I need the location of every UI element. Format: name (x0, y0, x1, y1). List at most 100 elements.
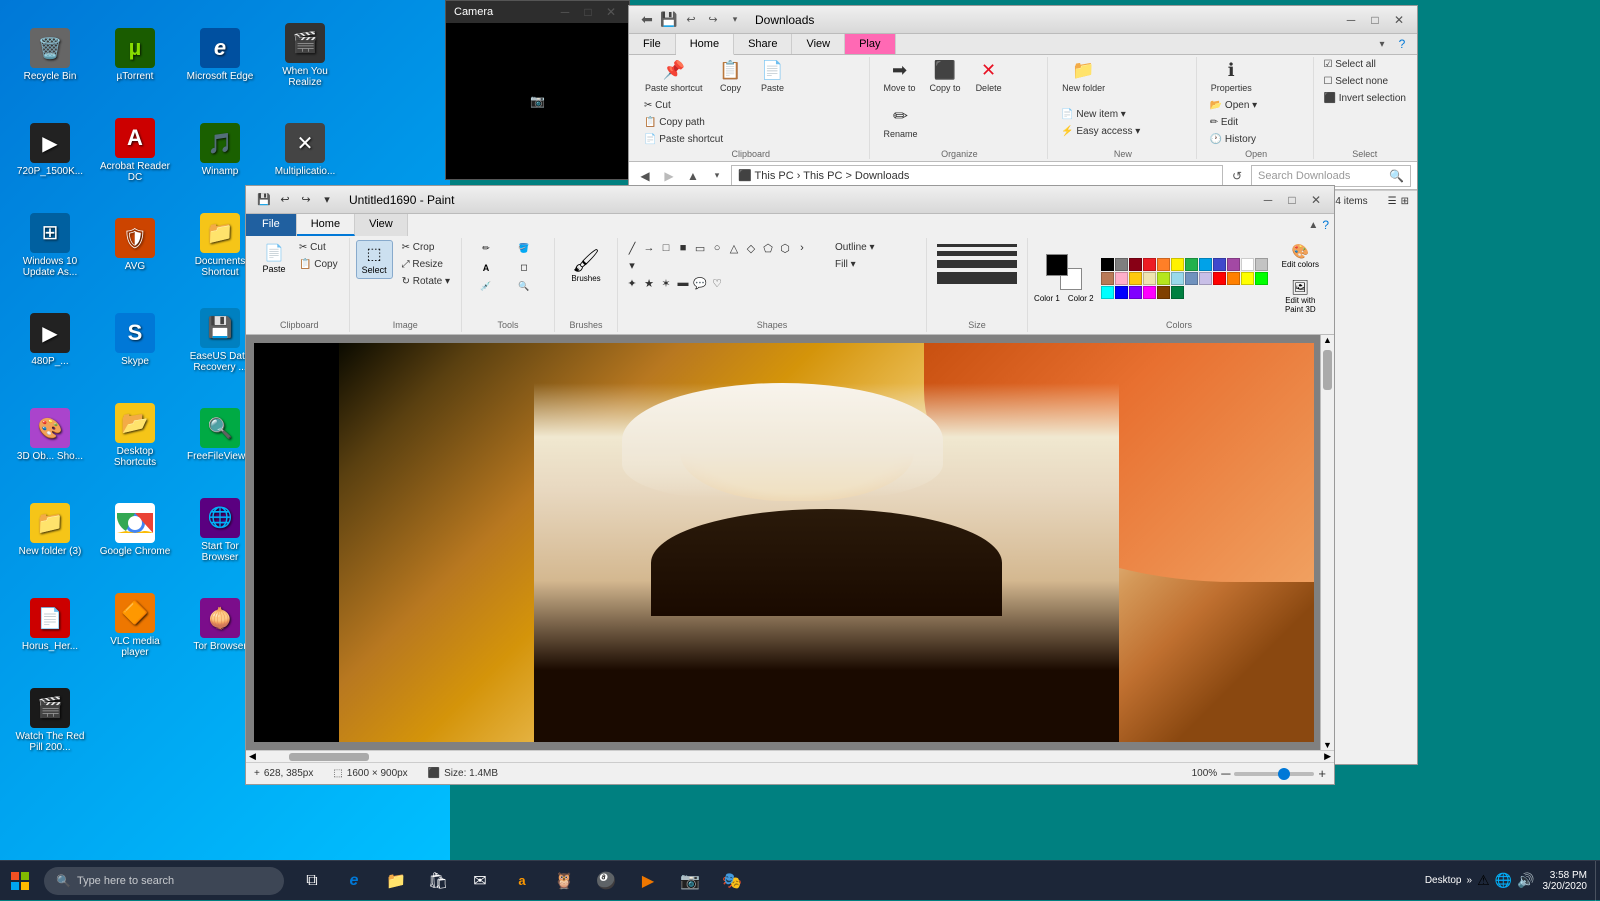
camera-maximize-button[interactable]: □ (578, 2, 598, 22)
desktop-icon-when-you-realize[interactable]: 🎬 When You Realize (265, 10, 345, 100)
color-swatch[interactable] (1157, 286, 1170, 299)
paint-crop-button[interactable]: ✂ Crop (397, 240, 455, 255)
desktop-icon-480p[interactable]: ▶ 480P_... (10, 295, 90, 385)
color-1-swatch[interactable] (1046, 254, 1068, 276)
desktop-icon-winamp[interactable]: 🎵 Winamp (180, 105, 260, 195)
desktop-icon-new-folder-3[interactable]: 📁 New folder (3) (10, 485, 90, 575)
color-swatch[interactable] (1171, 258, 1184, 271)
canvas-container[interactable] (254, 343, 1314, 742)
paint-tab-view[interactable]: View (355, 214, 408, 236)
paint-tab-home[interactable]: Home (297, 214, 355, 236)
desktop-icon-acrobat[interactable]: A Acrobat Reader DC (95, 105, 175, 195)
paint-redo-button[interactable]: ↪ (296, 190, 316, 210)
taskbar-edge[interactable]: e (334, 863, 374, 899)
nav-up-button[interactable]: ▲ (683, 166, 703, 186)
taskbar-chevron[interactable]: » (1467, 875, 1473, 886)
color-swatch[interactable] (1129, 286, 1142, 299)
ribbon-tab-file[interactable]: File (629, 34, 676, 54)
ribbon-tab-play[interactable]: Play (845, 34, 895, 54)
ribbon-select-all-button[interactable]: ☑ Select all (1318, 57, 1411, 72)
ribbon-pin-to-access-button[interactable]: 📌 Paste shortcut (639, 57, 709, 96)
shape-star6[interactable]: ✶ (658, 275, 674, 291)
camera-close-button[interactable]: ✕ (601, 2, 621, 22)
shape-star4[interactable]: ✦ (624, 275, 640, 291)
color-swatch[interactable] (1255, 258, 1268, 271)
nav-recent-button[interactable]: ▾ (707, 166, 727, 186)
shape-arrow[interactable]: → (641, 240, 657, 256)
taskbar-store[interactable]: 🛍 (418, 863, 458, 899)
color-swatch[interactable] (1101, 286, 1114, 299)
color-swatch[interactable] (1115, 258, 1128, 271)
brush-normal[interactable]: 🖌 Brushes (561, 240, 611, 290)
edit-colors-button[interactable]: 🎨 Edit colors (1277, 240, 1324, 272)
ribbon-help-button[interactable]: ? (1392, 34, 1412, 54)
taskbar-volume-icon[interactable]: 🔊 (1517, 872, 1534, 889)
taskbar-amazon[interactable]: a (502, 863, 542, 899)
shape-triangle[interactable]: △ (726, 240, 742, 256)
paint-save-button[interactable]: 💾 (254, 190, 274, 210)
outline-dropdown[interactable]: Outline ▾ (830, 240, 879, 255)
taskbar-task-view[interactable]: ⧉ (292, 863, 332, 899)
taskbar-show-desktop[interactable] (1595, 861, 1600, 901)
shape-callout[interactable]: 💬 (692, 275, 708, 291)
taskbar-vlc-taskbar[interactable]: ▶ (628, 863, 668, 899)
ribbon-history-button[interactable]: 🕐 History (1205, 132, 1263, 147)
ribbon-paste-shortcut-button[interactable]: 📄 Paste shortcut (639, 132, 728, 147)
color-swatch[interactable] (1115, 272, 1128, 285)
ribbon-tab-view[interactable]: View (792, 34, 845, 54)
color-swatch[interactable] (1185, 258, 1198, 271)
zoom-in-button[interactable]: + (1318, 766, 1326, 781)
nav-forward-button[interactable]: ▶ (659, 166, 679, 186)
explorer-redo-quick[interactable]: ↪ (703, 10, 723, 30)
shape-rect[interactable]: □ (658, 240, 674, 256)
ribbon-edit-button[interactable]: ✏ Edit (1205, 115, 1263, 130)
taskbar-camera-taskbar[interactable]: 📷 (670, 863, 710, 899)
paint-undo-button[interactable]: ↩ (275, 190, 295, 210)
shape-line[interactable]: ╱ (624, 240, 640, 256)
paint-close-button[interactable]: ✕ (1306, 190, 1326, 210)
paint-ribbon-collapse[interactable]: ▲ (1308, 220, 1318, 231)
explorer-undo-quick[interactable]: ↩ (681, 10, 701, 30)
canvas-vscrollbar[interactable]: ▲ ▼ (1320, 335, 1334, 750)
ribbon-move-to-button[interactable]: ➡ Move to (878, 57, 922, 96)
edit-with-paint3d-button[interactable]: 🖼 Edit with Paint 3D (1277, 276, 1324, 317)
paint-maximize-button[interactable]: □ (1282, 190, 1302, 210)
ribbon-tab-home[interactable]: Home (676, 34, 734, 55)
desktop-icon-chrome[interactable]: Google Chrome (95, 485, 175, 575)
tool-text[interactable]: A (468, 259, 504, 276)
desktop-icon-desktop-shortcuts[interactable]: 📂 Desktop Shortcuts (95, 390, 175, 480)
shape-pentagon[interactable]: ⬠ (760, 240, 776, 256)
paint-resize-button[interactable]: ⤢ Resize (397, 257, 455, 272)
paint-cut-button[interactable]: ✂ Cut (294, 240, 343, 255)
desktop-icon-utorrent[interactable]: µ µTorrent (95, 10, 175, 100)
size-option-2[interactable] (937, 251, 1017, 256)
color-swatch[interactable] (1143, 286, 1156, 299)
ribbon-collapse-button[interactable]: ▾ (1372, 34, 1392, 54)
taskbar-file-explorer[interactable]: 📁 (376, 863, 416, 899)
color-swatch[interactable] (1171, 272, 1184, 285)
ribbon-invert-selection-button[interactable]: ⬛ Invert selection (1318, 91, 1411, 106)
fill-dropdown[interactable]: Fill ▾ (830, 257, 879, 272)
tiles-view-button[interactable]: ⊞ (1401, 196, 1409, 207)
explorer-minimize-button[interactable]: ─ (1341, 10, 1361, 30)
search-input[interactable]: Search Downloads 🔍 (1251, 165, 1411, 187)
ribbon-easy-access-button[interactable]: ⚡ Easy access ▾ (1056, 124, 1145, 139)
ribbon-paste-button[interactable]: 📄 Paste (753, 57, 793, 96)
desktop-icon-720p[interactable]: ▶ 720P_1500K... (10, 105, 90, 195)
color-swatch[interactable] (1241, 272, 1254, 285)
shape-ellipse[interactable]: ○ (709, 240, 725, 256)
tool-fill[interactable]: 🪣 (506, 240, 542, 257)
ribbon-rename-button[interactable]: ✏ Rename (878, 103, 924, 142)
paint-help-button[interactable]: ? (1322, 218, 1329, 232)
ribbon-select-none-button[interactable]: ☐ Select none (1318, 74, 1411, 89)
zoom-out-button[interactable]: ─ (1221, 766, 1230, 781)
color-swatch[interactable] (1101, 272, 1114, 285)
taskbar-mail[interactable]: ✉ (460, 863, 500, 899)
paint-select-button[interactable]: ⬚ Select (356, 240, 393, 279)
desktop-icon-multiplication[interactable]: ✕ Multiplicatio... (265, 105, 345, 195)
ribbon-copy-to-button[interactable]: ⬛ Copy to (924, 57, 967, 96)
explorer-close-button[interactable]: ✕ (1389, 10, 1409, 30)
color-swatch[interactable] (1185, 272, 1198, 285)
color-swatch[interactable] (1129, 272, 1142, 285)
desktop-icon-avg[interactable]: 🛡 AVG (95, 200, 175, 290)
